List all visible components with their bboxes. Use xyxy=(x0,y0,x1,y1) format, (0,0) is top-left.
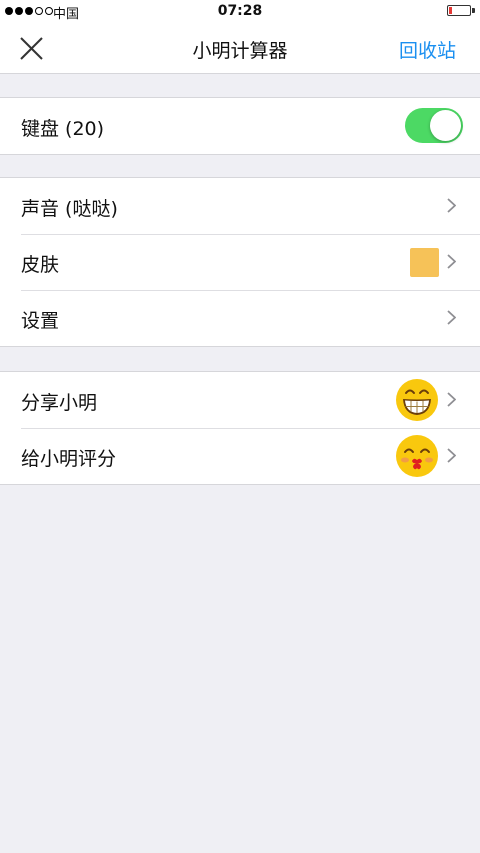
chevron-right-icon xyxy=(447,310,456,325)
sound-row[interactable]: 声音 (哒哒) xyxy=(0,178,480,234)
nav-bar: 小明计算器 回收站 xyxy=(0,24,480,74)
grinning-emoji-icon xyxy=(396,379,438,421)
status-bar: 中国 07:28 xyxy=(0,0,480,24)
keyboard-label: 键盘 (20) xyxy=(21,118,105,140)
share-row[interactable]: 分享小明 xyxy=(0,372,480,428)
battery-cap xyxy=(472,8,475,13)
chevron-right-icon xyxy=(447,448,456,463)
settings-label: 设置 xyxy=(21,310,60,332)
options-group: 声音 (哒哒) 皮肤 设置 xyxy=(0,177,480,347)
toggle-knob xyxy=(430,110,461,141)
skin-label: 皮肤 xyxy=(21,254,60,276)
skin-color-swatch xyxy=(410,248,439,277)
chevron-right-icon xyxy=(447,198,456,213)
sound-label: 声音 (哒哒) xyxy=(21,198,118,220)
battery-level xyxy=(449,7,452,14)
recycle-bin-button[interactable]: 回收站 xyxy=(399,36,456,63)
rate-label: 给小明评分 xyxy=(21,448,117,470)
skin-row[interactable]: 皮肤 xyxy=(0,234,480,290)
rate-row[interactable]: 给小明评分 xyxy=(0,428,480,484)
social-group: 分享小明 给小明评分 xyxy=(0,371,480,485)
keyboard-row: 键盘 (20) xyxy=(0,98,480,154)
keyboard-group: 键盘 (20) xyxy=(0,97,480,155)
settings-row[interactable]: 设置 xyxy=(0,290,480,346)
chevron-right-icon xyxy=(447,254,456,269)
battery-icon xyxy=(447,5,471,16)
chevron-right-icon xyxy=(447,392,456,407)
kissing-emoji-icon xyxy=(396,435,438,477)
share-label: 分享小明 xyxy=(21,392,98,414)
status-time: 07:28 xyxy=(217,3,263,19)
keyboard-toggle[interactable] xyxy=(405,108,463,143)
